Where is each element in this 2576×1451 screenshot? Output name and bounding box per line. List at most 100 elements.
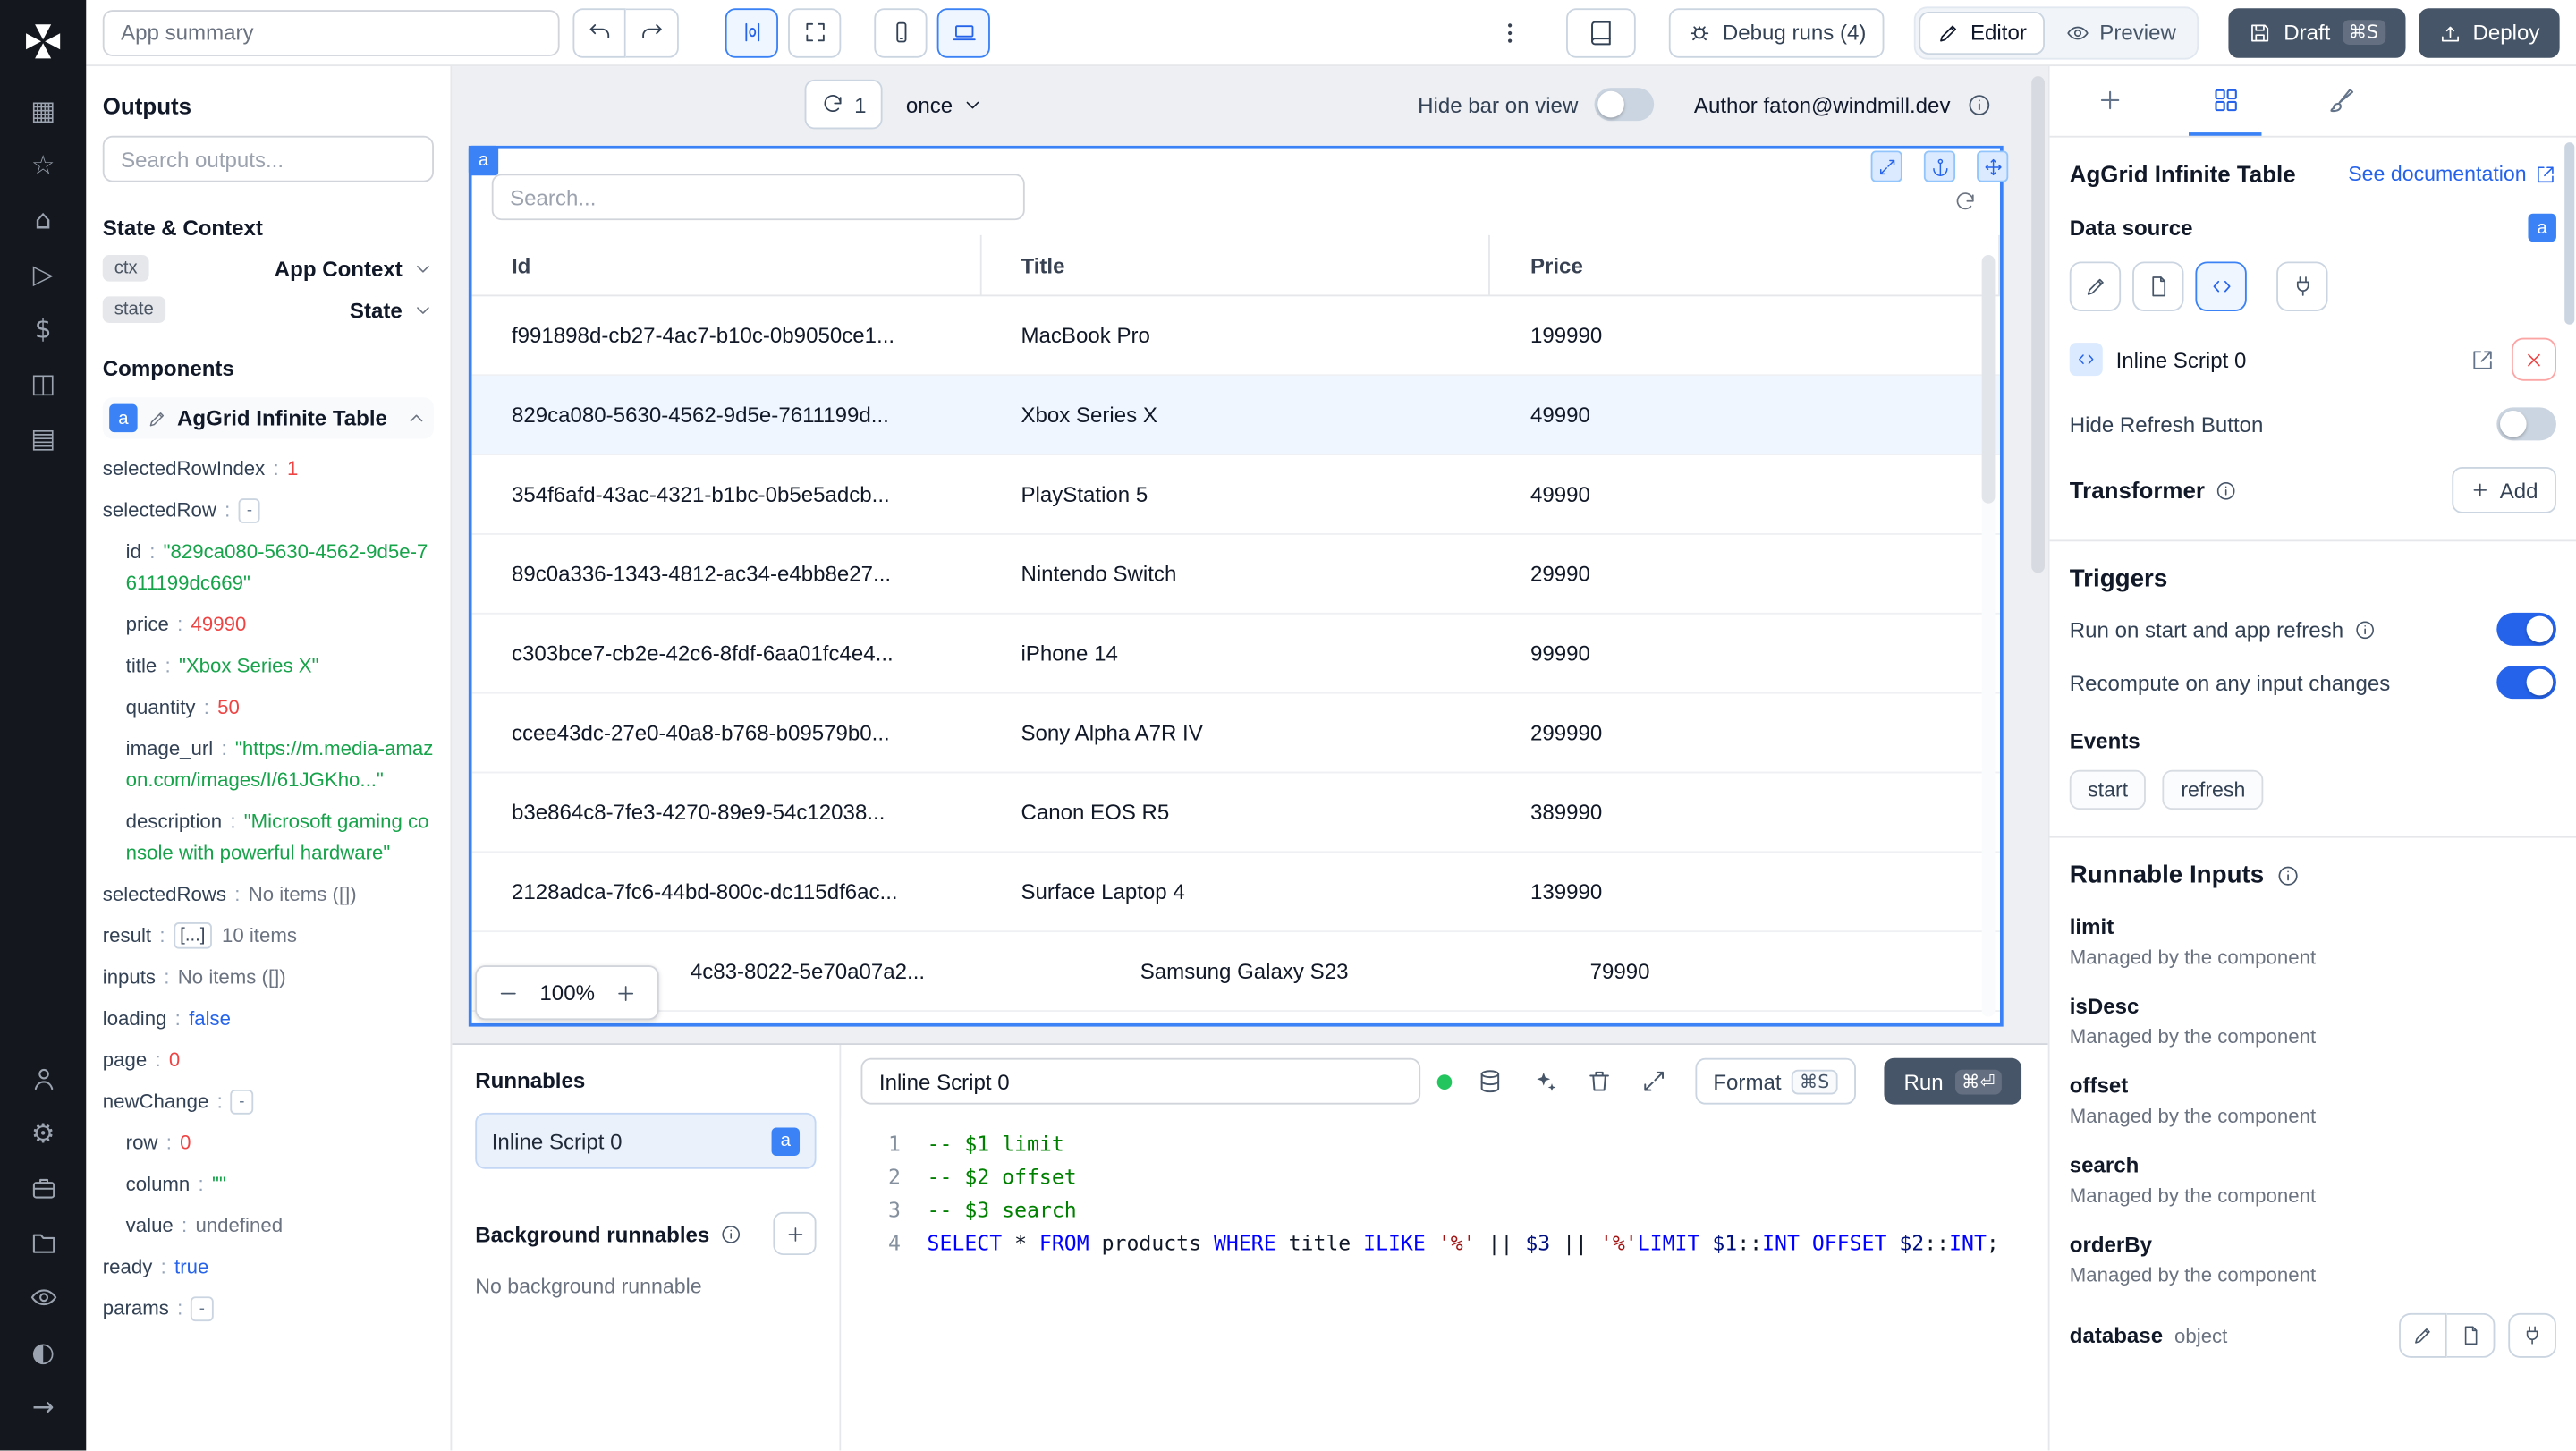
canvas[interactable]: 1 once Hide bar on view Author faton@win… (452, 66, 2048, 1044)
inline-script-source-button[interactable] (2195, 261, 2247, 311)
open-script-button[interactable] (2470, 347, 2496, 372)
state-row[interactable]: state State (102, 296, 434, 323)
user-icon[interactable] (13, 1051, 73, 1106)
anchor-component-handle[interactable] (1923, 150, 1956, 182)
resources-icon[interactable]: ◫ (13, 356, 73, 411)
eye-icon[interactable] (13, 1270, 73, 1325)
ai-assistant-button[interactable] (1531, 1068, 1558, 1095)
pencil-icon[interactable] (148, 408, 167, 428)
hide-bar-toggle[interactable] (1594, 88, 1655, 122)
table-row[interactable]: 829ca080-5630-4562-9d5e-7611199d... Xbox … (471, 376, 2001, 456)
table-row[interactable]: 4c83-8022-5e70a07a2... Samsung Galaxy S23… (471, 932, 2001, 1012)
output-tree-item[interactable]: newChange: - (103, 1082, 434, 1123)
search-outputs-input[interactable] (102, 135, 434, 182)
database-template-button[interactable] (2446, 1312, 2496, 1358)
output-tree-item[interactable]: page:0 (103, 1039, 434, 1081)
add-transformer-button[interactable]: Add (2452, 466, 2556, 513)
folder-icon[interactable] (13, 1216, 73, 1270)
fullwidth-button[interactable] (788, 7, 842, 57)
output-tree-item[interactable]: selectedRows: No items ([]) (103, 874, 434, 915)
table-row[interactable]: b3e864c8-7fe3-4270-89e9-54c12038... Canon… (471, 773, 2001, 853)
output-tree-item[interactable]: title: "Xbox Series X" (103, 646, 434, 687)
output-tree-item[interactable]: description: "Microsoft gaming console wi… (103, 802, 434, 874)
output-tree-item[interactable]: selectedRow: - (103, 490, 434, 531)
app-summary-input[interactable] (102, 9, 560, 56)
zoom-in-button[interactable] (614, 981, 638, 1005)
debug-runs-button[interactable]: Debug runs (4) (1669, 7, 1885, 57)
tab-styling[interactable] (2305, 66, 2377, 136)
static-source-button[interactable] (2069, 261, 2122, 311)
workspace-icon[interactable] (13, 1161, 73, 1216)
format-button[interactable]: Format ⌘S (1694, 1057, 1856, 1105)
output-tree-item[interactable]: value: undefined (103, 1206, 434, 1247)
template-source-button[interactable] (2132, 261, 2184, 311)
output-tree-item[interactable]: selectedRowIndex:1 (103, 449, 434, 490)
output-tree-item[interactable]: loading: false (103, 998, 434, 1039)
grid-column-header[interactable]: Title (981, 234, 1491, 295)
add-background-runnable-button[interactable] (773, 1211, 817, 1256)
database-connect-button[interactable] (2508, 1312, 2556, 1358)
component-refresh-icon[interactable] (1953, 191, 1977, 214)
star-icon[interactable]: ☆ (13, 138, 73, 192)
runnable-item[interactable]: Inline Script 0 a (475, 1112, 817, 1169)
redo-button[interactable] (625, 7, 679, 57)
grid-column-header[interactable]: Price (1491, 234, 2001, 295)
desktop-view-button[interactable] (936, 7, 990, 57)
see-documentation-link[interactable]: See documentation (2348, 162, 2556, 185)
collapse-rail-icon[interactable]: → (13, 1379, 73, 1434)
docs-button[interactable] (1566, 7, 1637, 57)
run-on-start-toggle[interactable] (2496, 612, 2556, 646)
output-tree-item[interactable]: column: "" (103, 1164, 434, 1205)
table-row[interactable]: 354f6afd-43ac-4321-b1bc-0b5e5adcb... Play… (471, 455, 2001, 535)
expand-editor-button[interactable] (1640, 1068, 1667, 1095)
output-tree-item[interactable]: quantity:50 (103, 687, 434, 728)
run-button[interactable]: Run ⌘⏎ (1884, 1057, 2022, 1105)
schedules-icon[interactable]: ▤ (13, 411, 73, 465)
connect-source-button[interactable] (2276, 261, 2328, 311)
aggrid-component[interactable]: a IdTitlePrice f991898d-cb27-4ac7-b10c-0… (468, 145, 2009, 1027)
output-tree-item[interactable]: inputs: No items ([]) (103, 957, 434, 998)
gear-icon[interactable]: ⚙ (13, 1106, 73, 1160)
theme-toggle-icon[interactable]: ◐ (13, 1325, 73, 1379)
recompute-toggle[interactable] (2496, 666, 2556, 700)
grid-scrollbar-thumb[interactable] (1981, 255, 1996, 504)
database-edit-button[interactable] (2399, 1312, 2447, 1358)
mobile-view-button[interactable] (874, 7, 928, 57)
move-component-handle[interactable] (1977, 150, 2009, 182)
more-menu-button[interactable] (1491, 13, 1530, 52)
output-tree-item[interactable]: id: "829ca080-5630-4562-9d5e-7611199dc669… (103, 531, 434, 604)
delete-script-button[interactable] (1586, 1068, 1613, 1095)
script-name-input[interactable] (860, 1057, 1421, 1105)
draft-button[interactable]: Draft ⌘S (2229, 7, 2405, 57)
output-tree-item[interactable]: image_url: "https://m.media-amazon.com/im… (103, 728, 434, 801)
table-row[interactable]: f991898d-cb27-4ac7-b10c-0b9050ce1... MacB… (471, 296, 2001, 377)
grid-column-header[interactable]: Id (472, 234, 982, 295)
table-row[interactable]: c303bce7-cb2e-42c6-8fdf-6aa01fc4e4... iPh… (471, 615, 2001, 694)
zoom-out-button[interactable] (496, 981, 520, 1005)
grid-search-input[interactable] (491, 174, 1025, 221)
output-tree-item[interactable]: result: [...] 10 items (103, 916, 434, 957)
variables-icon[interactable]: $ (13, 301, 73, 356)
interval-select[interactable]: once (906, 92, 984, 116)
windmill-logo-icon[interactable] (21, 20, 64, 63)
tab-preview[interactable]: Preview (2048, 11, 2194, 54)
undo-button[interactable] (572, 7, 626, 57)
output-tree-item[interactable]: ready: true (103, 1247, 434, 1288)
grid-snap-button[interactable] (724, 7, 778, 57)
output-tree-item[interactable]: price:49990 (103, 605, 434, 646)
table-row[interactable]: 89c0a336-1343-4812-ac34-e4bb8e27... Ninte… (471, 535, 2001, 615)
canvas-scrollbar-thumb[interactable] (2031, 76, 2045, 573)
tab-editor[interactable]: Editor (1919, 11, 2046, 55)
output-tree-item[interactable]: row:0 (103, 1123, 434, 1164)
home-icon[interactable]: ⌂ (13, 192, 73, 247)
hide-refresh-toggle[interactable] (2496, 407, 2556, 441)
table-row[interactable]: ccee43dc-27e0-40a8-b768-b09579b0... Sony … (471, 694, 2001, 774)
tab-component-settings[interactable] (2189, 66, 2262, 136)
code-editor[interactable]: 1234 -- $1 limit -- $2 offset -- $3 search… (841, 1117, 2048, 1451)
settings-scrollbar-thumb[interactable] (2564, 142, 2575, 325)
deploy-button[interactable]: Deploy (2418, 7, 2560, 57)
database-button[interactable] (1477, 1068, 1504, 1095)
expand-component-handle[interactable] (1870, 150, 1902, 182)
ctx-row[interactable]: ctx App Context (102, 255, 434, 282)
info-icon[interactable] (1967, 92, 1992, 117)
